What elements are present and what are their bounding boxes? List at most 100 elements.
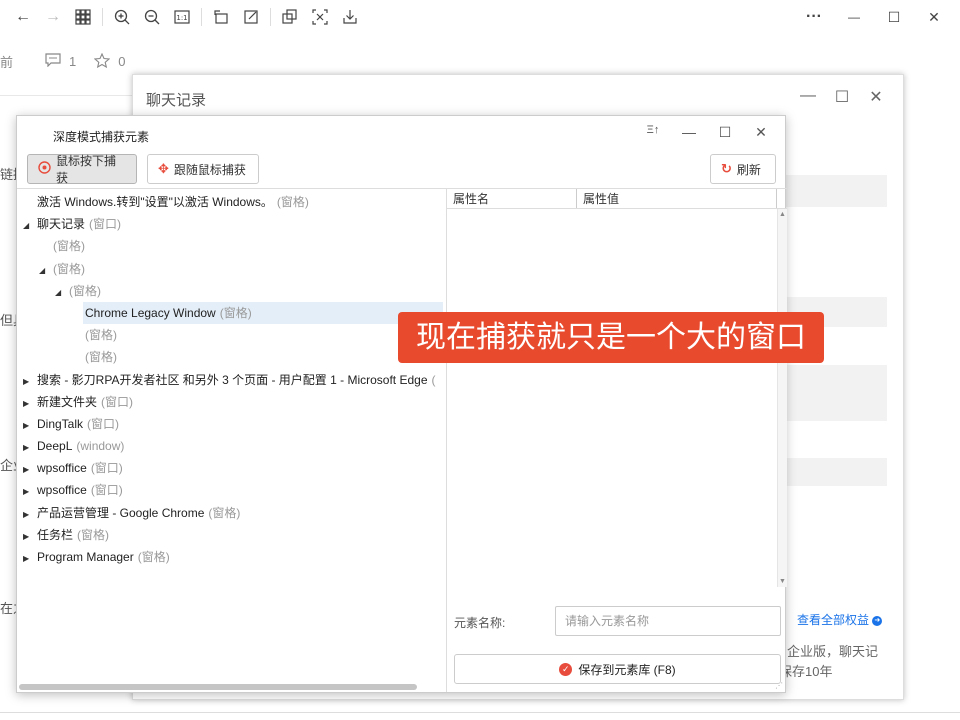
element-name-input[interactable] (555, 606, 781, 636)
tree-item-label: wpsoffice (窗口) (35, 461, 125, 475)
expand-icon[interactable]: ▶ (23, 526, 35, 548)
expand-icon[interactable]: ▶ (23, 437, 35, 459)
tree-item[interactable]: ◢ (窗格) (17, 280, 446, 302)
expand-icon[interactable]: ▶ (23, 504, 35, 526)
copy-icon[interactable] (275, 2, 305, 32)
mouse-down-capture-button[interactable]: 鼠标按下捕获 (27, 154, 137, 185)
tree-item-type: (窗格) (276, 195, 309, 209)
tree-item-label: DeepL (window) (35, 439, 126, 453)
tree-item-label: Chrome Legacy Window (窗格) (83, 301, 443, 325)
minimize-icon[interactable]: — (834, 2, 874, 32)
tree-item-name: 聊天记录 (37, 217, 86, 232)
resize-grip-icon[interactable]: ⋰ (775, 681, 783, 690)
tree-item-type: (窗口) (90, 461, 123, 476)
content-block (783, 365, 887, 421)
tree-item[interactable]: ▶ 产品运营管理 - Google Chrome (窗格) (17, 502, 446, 524)
divider (0, 95, 140, 96)
actual-size-icon[interactable]: 1:1 (167, 2, 197, 32)
maximize-icon[interactable]: ☐ (825, 87, 859, 107)
follow-mouse-capture-button[interactable]: ✥ 跟随鼠标捕获 (147, 154, 259, 184)
back-icon[interactable]: ← (8, 2, 38, 32)
pin-top-icon[interactable]: Ξ↑ (635, 124, 671, 141)
tree-item[interactable]: (窗格) (17, 235, 446, 257)
button-label: 保存到元素库 (F8) (578, 662, 676, 677)
refresh-button[interactable]: ↻ 刷新 (710, 154, 776, 184)
expand-icon[interactable]: ▶ (23, 393, 35, 415)
deep-capture-dialog: 深度模式捕获元素 Ξ↑ — ☐ ✕ 鼠标按下捕获 ✥ 跟随鼠标捕获 ↻ 刷新 激… (16, 115, 787, 693)
tree-item[interactable]: Chrome Legacy Window (窗格) (17, 301, 446, 325)
scroll-up-icon[interactable]: ▲ (779, 211, 786, 218)
tree-item-type: (窗格) (53, 261, 85, 276)
crop-icon[interactable] (305, 2, 335, 32)
horizontal-scrollbar[interactable] (19, 684, 417, 690)
scroll-down-icon[interactable]: ▼ (779, 578, 786, 585)
button-label: 跟随鼠标捕获 (173, 162, 246, 177)
collapse-icon[interactable]: ◢ (23, 215, 35, 237)
tree-item[interactable]: ▶ DingTalk (窗口) (17, 413, 446, 435)
element-name-label: 元素名称: (454, 616, 506, 630)
tree-item-type: (窗口) (89, 217, 122, 232)
maximize-icon[interactable]: ☐ (874, 2, 914, 32)
tree-item-name: 搜索 - 影刀RPA开发者社区 和另外 3 个页面 - 用户配置 1 - Mic… (37, 372, 428, 387)
maximize-icon[interactable]: ☐ (707, 124, 743, 141)
comment-count: 1 (69, 54, 77, 69)
vertical-scrollbar[interactable]: ▲ ▼ (777, 209, 787, 587)
zoom-in-icon[interactable] (107, 2, 137, 32)
tree-item-name: DeepL (37, 439, 73, 454)
check-circle-icon: ✓ (559, 662, 573, 676)
window-title: 聊天记录 (146, 92, 207, 109)
tree-item[interactable]: (窗格) (17, 346, 446, 368)
tree-item-label: (窗格) (83, 350, 119, 364)
tree-item[interactable]: (窗格) (17, 324, 446, 346)
star-icon[interactable] (93, 52, 111, 71)
minimize-icon[interactable]: — (791, 87, 825, 107)
tree-item[interactable]: ▶ 任务栏 (窗格) (17, 524, 446, 546)
tree-item[interactable]: ▶ DeepL (window) (17, 435, 446, 457)
tree-item[interactable]: 激活 Windows.转到"设置"以激活 Windows。 (窗格) (17, 191, 446, 213)
time-text: 前 (0, 55, 14, 70)
expand-icon[interactable]: ▶ (23, 459, 35, 481)
expand-icon[interactable]: ▶ (23, 548, 35, 570)
view-all-benefits-link[interactable]: 查看全部权益 ➜ (797, 611, 883, 628)
column-header-name[interactable]: 属性名 (447, 189, 577, 208)
comment-icon[interactable] (45, 53, 61, 70)
tree-item[interactable]: ▶ wpsoffice (窗口) (17, 479, 446, 501)
expand-icon[interactable]: ▶ (23, 371, 35, 393)
collapse-icon[interactable]: ◢ (55, 282, 67, 304)
svg-text:1:1: 1:1 (176, 14, 187, 22)
tree-item[interactable]: ▶ 搜索 - 影刀RPA开发者社区 和另外 3 个页面 - 用户配置 1 - Mi… (17, 369, 446, 391)
column-header-value[interactable]: 属性值 (577, 189, 777, 208)
forward-icon[interactable]: → (38, 2, 68, 32)
grid-icon[interactable] (68, 2, 98, 32)
expand-icon[interactable]: ▶ (23, 481, 35, 503)
rotate-icon[interactable] (206, 2, 236, 32)
edit-icon[interactable] (236, 2, 266, 32)
tree-item-label: 聊天记录 (窗口) (35, 217, 123, 231)
zoom-out-icon[interactable] (137, 2, 167, 32)
close-icon[interactable]: ✕ (914, 2, 954, 32)
tree-item-label: wpsoffice (窗口) (35, 483, 125, 497)
tree-item[interactable]: ▶ 新建文件夹 (窗口) (17, 391, 446, 413)
tree-item-name: Program Manager (37, 550, 134, 564)
element-tree[interactable]: 激活 Windows.转到"设置"以激活 Windows。 (窗格) ◢ 聊天记录 (窗… (17, 188, 447, 692)
tree-item-type: (窗格) (85, 350, 117, 365)
tree-item-type: (窗格) (53, 239, 85, 254)
more-icon[interactable]: ··· (794, 2, 834, 32)
close-icon[interactable]: ✕ (743, 124, 779, 141)
dialog-title: 深度模式捕获元素 (53, 130, 150, 144)
tree-item[interactable]: ◢ (窗格) (17, 258, 446, 280)
tree-item[interactable]: ▶ wpsoffice (窗口) (17, 457, 446, 479)
tree-item-type: (窗口) (90, 483, 123, 498)
tree-item-label: (窗格) (83, 328, 119, 342)
tree-item[interactable]: ◢ 聊天记录 (窗口) (17, 213, 446, 235)
tree-item[interactable]: ▶ Program Manager (窗格) (17, 546, 446, 568)
tree-item-name: Chrome Legacy Window (85, 305, 216, 320)
collapse-icon[interactable]: ◢ (39, 260, 51, 282)
expand-icon[interactable]: ▶ (23, 415, 35, 437)
close-icon[interactable]: ✕ (859, 87, 893, 107)
download-icon[interactable] (335, 2, 365, 32)
save-to-library-button[interactable]: ✓ 保存到元素库 (F8) (454, 654, 781, 684)
minimize-icon[interactable]: — (671, 124, 707, 141)
tree-item-type: (窗格) (208, 505, 241, 520)
tree-item-name: 产品运营管理 - Google Chrome (37, 505, 205, 520)
